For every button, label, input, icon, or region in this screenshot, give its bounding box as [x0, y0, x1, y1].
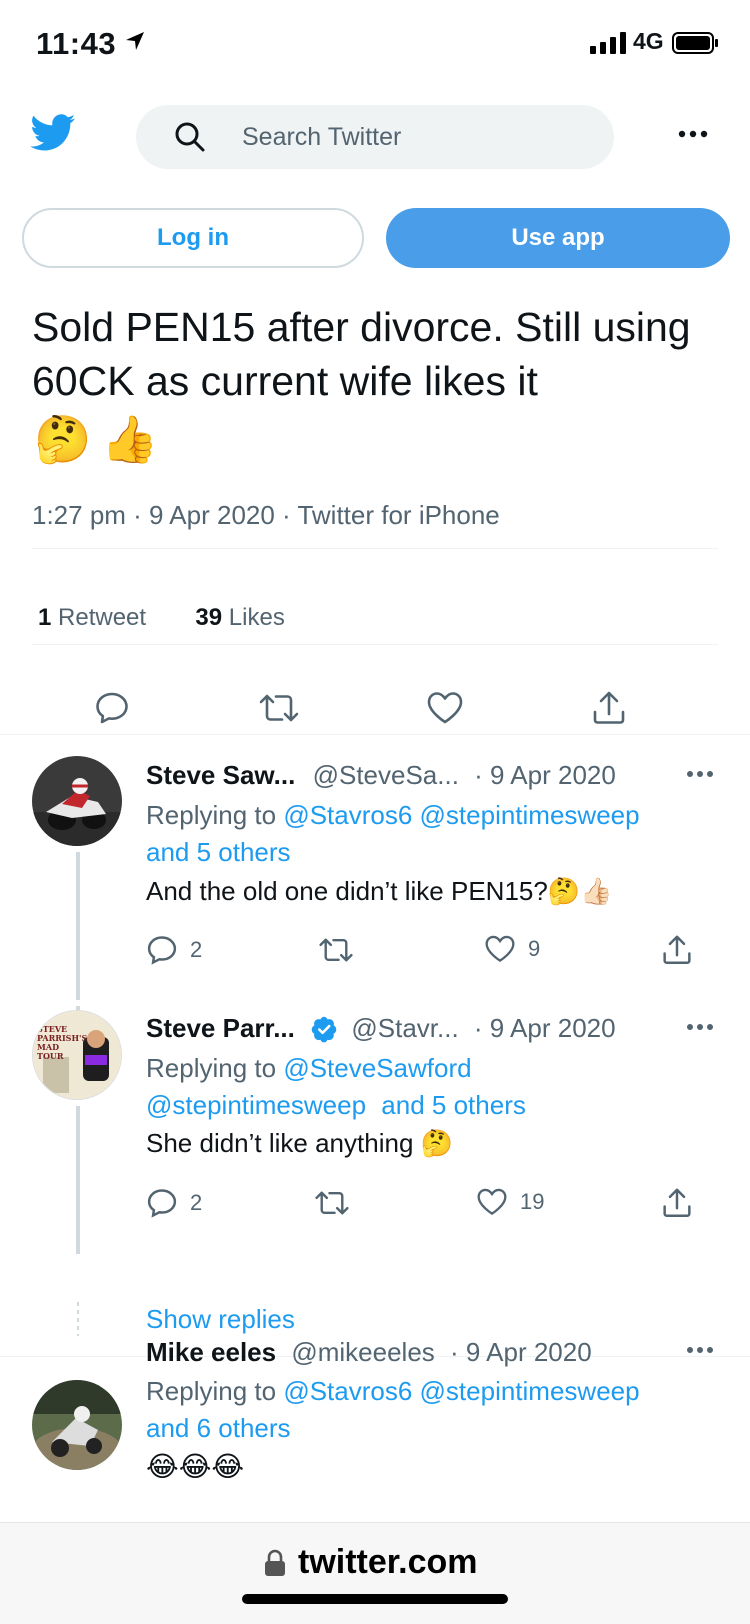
status-bar: 11:43 4G	[0, 0, 750, 88]
retweet-icon	[315, 1191, 349, 1215]
reply-action[interactable]: 2	[146, 934, 202, 966]
likes-stat[interactable]: 39 Likes	[195, 604, 284, 631]
thread-line	[76, 852, 80, 1000]
like-icon	[485, 935, 515, 963]
more-options-icon[interactable]	[686, 1023, 714, 1031]
browser-url-bar[interactable]: twitter.com	[0, 1522, 750, 1624]
like-action[interactable]: 19	[476, 1187, 544, 1217]
like-action[interactable]: 9	[484, 934, 540, 964]
thinking-emoji-icon: 🤔	[34, 413, 92, 465]
replying-to: Replying to @SteveSawford @stepintimeswe…	[146, 1053, 526, 1120]
login-button[interactable]: Log in	[22, 208, 364, 268]
reply-actions: 2 19	[146, 1187, 716, 1227]
share-icon	[663, 1188, 691, 1218]
retweet-action[interactable]	[318, 934, 354, 966]
thread-line	[76, 1106, 80, 1254]
replying-to: Replying to @Stavros6 @stepintimesweep a…	[146, 1376, 640, 1443]
status-time: 11:43	[36, 26, 117, 61]
url-text[interactable]: twitter.com	[298, 1543, 477, 1582]
retweet-action[interactable]	[314, 1187, 350, 1219]
mention-link[interactable]: @SteveSawford	[283, 1053, 471, 1083]
tweet-meta[interactable]: 1:27 pm · 9 Apr 2020 · Twitter for iPhon…	[32, 500, 500, 531]
more-options-icon[interactable]	[686, 1346, 714, 1354]
share-icon[interactable]	[592, 690, 626, 726]
reply-date[interactable]: · 9 Apr 2020	[474, 760, 616, 790]
battery-icon	[672, 32, 718, 54]
reply-text: 😂😂😂	[146, 1451, 245, 1482]
location-arrow-icon	[126, 32, 144, 50]
retweet-icon	[319, 938, 353, 962]
tweet-actions	[0, 690, 750, 740]
tweet-stats: 1 Retweet 39 Likes	[38, 604, 285, 632]
author-handle[interactable]: @Stavr...	[351, 1013, 458, 1043]
reply-date[interactable]: · 9 Apr 2020	[450, 1337, 592, 1367]
avatar-caption: STEVE PARRISH'S MAD TOUR	[37, 1024, 88, 1061]
thumbs-up-emoji-icon: 👍	[101, 413, 159, 465]
like-icon	[477, 1188, 507, 1216]
avatar[interactable]	[32, 1380, 122, 1470]
search-placeholder: Search Twitter	[242, 123, 402, 151]
divider	[32, 548, 718, 549]
reply-icon[interactable]	[94, 690, 130, 726]
reply-text: She didn’t like anything 🤔	[146, 1128, 453, 1158]
reply-header: Mike eeles @mikeeeles · 9 Apr 2020	[146, 1337, 592, 1368]
author-name[interactable]: Mike eeles	[146, 1337, 276, 1367]
author-name[interactable]: Steve Parr...	[146, 1013, 295, 1043]
others-link[interactable]: and 5 others	[381, 1090, 526, 1120]
verified-badge-icon	[311, 1016, 337, 1043]
author-handle[interactable]: @mikeeeles	[291, 1337, 434, 1367]
network-type: 4G	[633, 28, 664, 54]
tweet-emojis: 🤔 👍	[34, 412, 159, 466]
reply-actions: 2 9	[146, 934, 716, 974]
search-input[interactable]: Search Twitter	[136, 105, 614, 169]
reply-text: And the old one didn’t like PEN15?🤔👍🏻	[146, 876, 613, 906]
home-indicator[interactable]	[242, 1594, 508, 1604]
author-handle[interactable]: @SteveSa...	[313, 760, 459, 790]
like-icon[interactable]	[426, 690, 464, 726]
more-options-icon[interactable]	[678, 130, 708, 138]
reply-header: Steve Parr... @Stavr... · 9 Apr 2020	[146, 1013, 616, 1044]
share-action[interactable]	[662, 934, 692, 966]
reply-icon	[147, 936, 177, 965]
twitter-header: Search Twitter Log in Use app	[0, 88, 750, 280]
reply-date[interactable]: · 9 Apr 2020	[474, 1013, 616, 1043]
share-icon	[663, 935, 691, 965]
others-link[interactable]: and 6 others	[146, 1413, 291, 1443]
mention-links[interactable]: @Stavros6 @stepintimesweep	[283, 1376, 639, 1406]
more-options-icon[interactable]	[686, 770, 714, 778]
mention-links[interactable]: @Stavros6 @stepintimesweep	[283, 800, 639, 830]
divider	[0, 734, 750, 735]
tweet-text: Sold PEN15 after divorce. Still using 60…	[32, 304, 691, 404]
signal-icon	[590, 32, 626, 54]
reply-action[interactable]: 2	[146, 1187, 202, 1219]
divider	[32, 644, 718, 645]
lock-icon	[265, 1549, 285, 1576]
mention-link[interactable]: @stepintimesweep	[146, 1090, 366, 1120]
retweets-stat[interactable]: 1 Retweet	[38, 604, 146, 631]
avatar[interactable]	[32, 756, 122, 846]
author-name[interactable]: Steve Saw...	[146, 760, 295, 790]
reply-header: Steve Saw... @SteveSa... · 9 Apr 2020	[146, 760, 616, 791]
thread-dotted-line	[77, 1302, 79, 1336]
avatar[interactable]: STEVE PARRISH'S MAD TOUR	[32, 1010, 122, 1100]
others-link[interactable]: and 5 others	[146, 837, 291, 867]
use-app-button[interactable]: Use app	[386, 208, 730, 268]
retweet-icon[interactable]	[258, 690, 300, 726]
share-action[interactable]	[662, 1187, 692, 1219]
twitter-bird-icon[interactable]	[30, 114, 76, 152]
reply-icon	[147, 1189, 177, 1218]
show-replies-link[interactable]: Show replies	[146, 1304, 295, 1335]
replying-to: Replying to @Stavros6 @stepintimesweep a…	[146, 800, 640, 867]
search-icon	[175, 122, 205, 152]
